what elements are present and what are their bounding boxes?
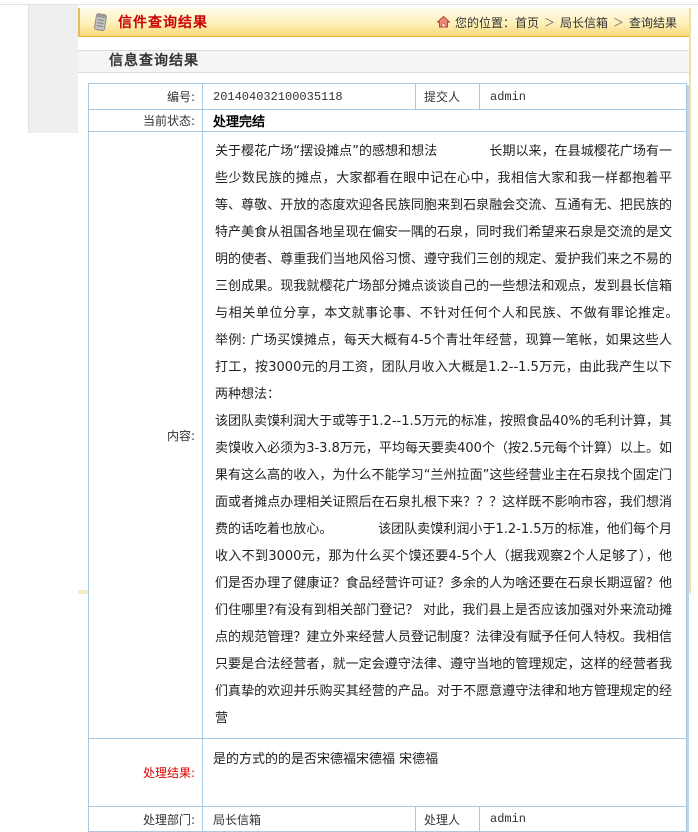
page-title: 信件查询结果 — [118, 12, 208, 32]
department-value: 局长信箱 — [203, 807, 416, 832]
left-gutter — [28, 5, 78, 133]
handler-label: 处理人 — [416, 807, 480, 832]
submitter-value: admin — [480, 84, 687, 110]
status-value: 处理完结 — [203, 110, 687, 132]
breadcrumb-mailbox[interactable]: 局长信箱 — [560, 14, 608, 31]
result-value: 是的方式的的是否宋德福宋德福 宋德福 — [203, 739, 687, 807]
table-row-content: 内容: 关于樱花广场“摆设摊点”的感想和想法 长期以来，在县城樱花广场有一些少数… — [89, 132, 687, 739]
status-label: 当前状态: — [89, 110, 203, 132]
content-paragraph-1: 关于樱花广场“摆设摊点”的感想和想法 长期以来，在县城樱花广场有一些少数民族的摊… — [215, 138, 672, 408]
number-value: 201404032100035118 — [203, 84, 416, 110]
breadcrumb-home[interactable]: 首页 — [515, 14, 539, 31]
table-row-number: 编号: 201404032100035118 提交人 admin — [89, 84, 687, 110]
breadcrumb-separator: ＞ — [613, 14, 624, 30]
letter-detail-table: 编号: 201404032100035118 提交人 admin 当前状态: 处… — [88, 83, 687, 832]
home-icon — [437, 16, 450, 28]
page-top-divider — [0, 4, 698, 5]
submitter-label: 提交人 — [416, 84, 480, 110]
table-row-department: 处理部门: 局长信箱 处理人 admin — [89, 807, 687, 832]
result-label: 处理结果: — [89, 739, 203, 807]
content-label: 内容: — [89, 132, 203, 739]
section-title: 信息查询结果 — [78, 50, 689, 73]
number-label: 编号: — [89, 84, 203, 110]
table-row-result: 处理结果: 是的方式的的是否宋德福宋德福 宋德福 — [89, 739, 687, 807]
table-row-status: 当前状态: 处理完结 — [89, 110, 687, 132]
breadcrumb-query-result[interactable]: 查询结果 — [629, 14, 677, 31]
content-paragraph-2: 该团队卖馍利润大于或等于1.2--1.5万元的标准，按照食品40%的毛利计算，其… — [215, 408, 672, 732]
breadcrumb-separator: ＞ — [544, 14, 555, 30]
handler-value: admin — [480, 807, 687, 832]
content-cell: 关于樱花广场“摆设摊点”的感想和想法 长期以来，在县城樱花广场有一些少数民族的摊… — [203, 132, 687, 739]
breadcrumb: 您的位置： 首页 ＞ 局长信箱 ＞ 查询结果 — [437, 14, 677, 31]
department-label: 处理部门: — [89, 807, 203, 832]
breadcrumb-prefix: 您的位置： — [455, 14, 515, 31]
page-header-bar: 信件查询结果 您的位置： 首页 ＞ 局长信箱 ＞ 查询结果 — [78, 8, 689, 37]
main-content: 信件查询结果 您的位置： 首页 ＞ 局长信箱 ＞ 查询结果 信息查询结果 编号:… — [78, 8, 691, 594]
letter-icon — [90, 12, 110, 32]
